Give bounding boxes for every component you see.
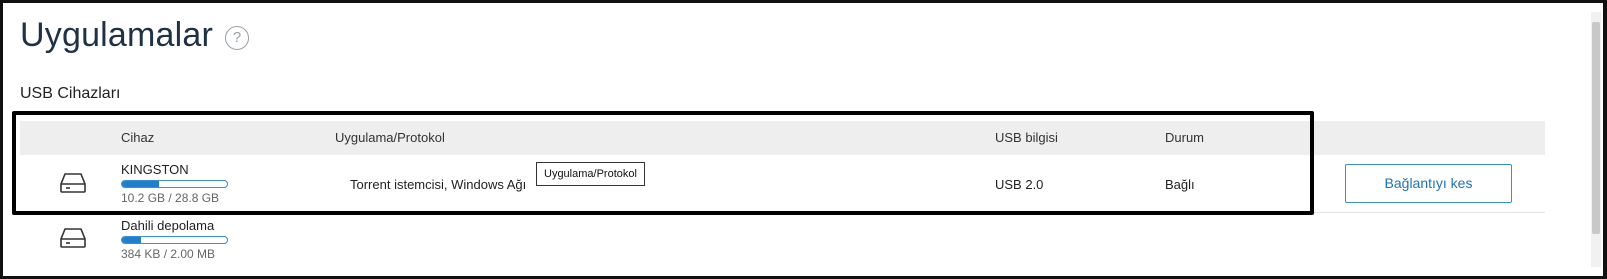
disconnect-button[interactable]: Bağlantıyı kes: [1345, 164, 1512, 203]
usb-info-cell: USB 2.0: [995, 177, 1044, 192]
storage-usage-bar: [121, 180, 228, 188]
table-header: Cihaz Uygulama/Protokol USB bilgisi Duru…: [20, 121, 1545, 155]
status-cell: Bağlı: [1165, 177, 1195, 192]
device-size: 10.2 GB / 28.8 GB: [121, 191, 220, 205]
section-title: USB Cihazları: [20, 85, 121, 102]
storage-usage-fill: [122, 237, 141, 243]
vertical-scrollbar[interactable]: [1591, 12, 1601, 267]
app-protocol-cell: Torrent istemcisi, Windows Ağı: [350, 177, 527, 192]
column-header-usb-info: USB bilgisi: [995, 130, 1058, 145]
column-header-status: Durum: [1165, 130, 1205, 145]
column-header-app-protocol: Uygulama/Protokol: [335, 130, 445, 145]
device-name: Dahili depolama: [121, 218, 215, 233]
tooltip: Uygulama/Protokol: [536, 162, 645, 186]
storage-usage-bar: [121, 236, 228, 244]
column-header-device: Cihaz: [121, 130, 155, 145]
help-icon[interactable]: ?: [225, 26, 249, 50]
hard-drive-icon: [60, 173, 86, 193]
storage-usage-fill: [122, 181, 159, 187]
row-divider: [20, 212, 1545, 213]
hard-drive-icon: [60, 228, 86, 248]
scrollbar-thumb[interactable]: [1592, 22, 1600, 234]
device-name: KINGSTON: [121, 162, 189, 177]
page-title: Uygulamalar: [20, 16, 214, 54]
device-size: 384 KB / 2.00 MB: [121, 247, 216, 261]
